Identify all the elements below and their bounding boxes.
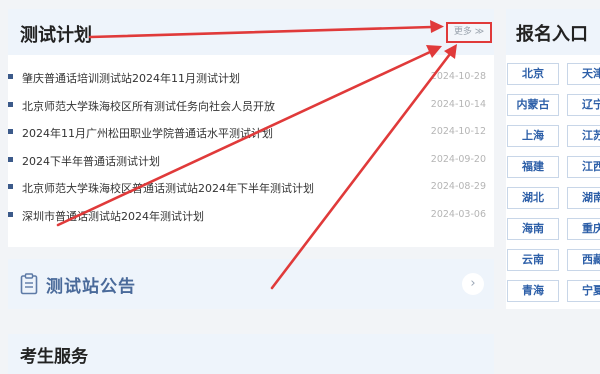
region-button[interactable]: 湖北	[507, 187, 559, 209]
bullet-icon	[8, 211, 13, 217]
list-item[interactable]: 肇庆普通话培训测试站2024年11月测试计划 2024-10-28	[8, 65, 494, 93]
plan-item-title[interactable]: 2024年11月广州松田职业学院普通话水平测试计划	[22, 125, 273, 141]
region-button[interactable]: 湖南	[567, 187, 600, 209]
test-plan-header: 测试计划 更多 ≫	[8, 9, 494, 55]
region-button[interactable]: 北京	[507, 63, 559, 85]
region-button[interactable]: 辽宁	[567, 94, 600, 116]
region-button[interactable]: 宁夏	[567, 280, 600, 302]
region-button[interactable]: 福建	[507, 156, 559, 178]
test-plan-panel: 测试计划 更多 ≫ 肇庆普通话培训测试站2024年11月测试计划 2024-10…	[8, 9, 494, 247]
more-link[interactable]: 更多 ≫	[446, 22, 492, 43]
clipboard-icon	[20, 273, 38, 299]
region-button[interactable]: 云南	[507, 249, 559, 271]
bullet-icon	[8, 156, 13, 162]
region-button[interactable]: 重庆	[567, 218, 600, 240]
list-item[interactable]: 深圳市普通话测试站2024年测试计划 2024-03-06	[8, 203, 494, 231]
bullet-icon	[8, 74, 13, 79]
region-button[interactable]: 西藏	[567, 249, 600, 271]
service-panel: 考生服务	[8, 334, 494, 374]
plan-item-title[interactable]: 北京师范大学珠海校区普通话测试站2024年下半年测试计划	[22, 180, 314, 196]
bullet-icon	[8, 129, 13, 134]
chevron-right-icon[interactable]: ›	[462, 273, 484, 295]
plan-item-date: 2024-10-12	[430, 126, 486, 137]
registration-header: 报名入口	[506, 9, 600, 55]
region-button[interactable]: 上海	[507, 125, 559, 147]
list-item[interactable]: 2024下半年普通话测试计划 2024-09-20	[8, 148, 494, 176]
notice-title[interactable]: 测试站公告	[46, 272, 136, 297]
plan-item-title[interactable]: 肇庆普通话培训测试站2024年11月测试计划	[22, 70, 240, 86]
service-title: 考生服务	[20, 347, 88, 367]
plan-item-date: 2024-08-29	[430, 181, 486, 192]
region-button[interactable]: 天津	[567, 63, 600, 85]
plan-item-title[interactable]: 北京师范大学珠海校区所有测试任务向社会人员开放	[22, 98, 275, 114]
plan-item-date: 2024-03-06	[430, 208, 486, 220]
region-button[interactable]: 江西	[567, 156, 600, 178]
plan-item-title[interactable]: 2024下半年普通话测试计划	[22, 153, 160, 169]
bullet-icon	[8, 184, 13, 189]
plan-item-title[interactable]: 深圳市普通话测试站2024年测试计划	[22, 208, 204, 224]
list-item[interactable]: 2024年11月广州松田职业学院普通话水平测试计划 2024-10-12	[8, 120, 494, 148]
test-plan-list: 肇庆普通话培训测试站2024年11月测试计划 2024-10-28 北京师范大学…	[8, 65, 494, 230]
list-item[interactable]: 北京师范大学珠海校区所有测试任务向社会人员开放 2024-10-14	[8, 93, 494, 121]
region-button[interactable]: 江苏	[567, 125, 600, 147]
notice-panel[interactable]: 测试站公告 ›	[8, 259, 494, 309]
registration-panel: 报名入口 北京 天津 内蒙古 辽宁 上海 江苏 福建 江西 湖北 湖南 海南 重…	[506, 9, 600, 309]
plan-item-date: 2024-10-28	[430, 71, 486, 82]
plan-item-date: 2024-09-20	[430, 153, 486, 165]
region-button[interactable]: 内蒙古	[507, 94, 559, 116]
region-button[interactable]: 海南	[507, 218, 559, 240]
registration-title: 报名入口	[516, 24, 588, 45]
plan-item-date: 2024-10-14	[430, 98, 486, 110]
region-button[interactable]: 青海	[507, 280, 559, 302]
bullet-icon	[8, 101, 13, 107]
list-item[interactable]: 北京师范大学珠海校区普通话测试站2024年下半年测试计划 2024-08-29	[8, 175, 494, 203]
test-plan-title: 测试计划	[20, 25, 92, 46]
